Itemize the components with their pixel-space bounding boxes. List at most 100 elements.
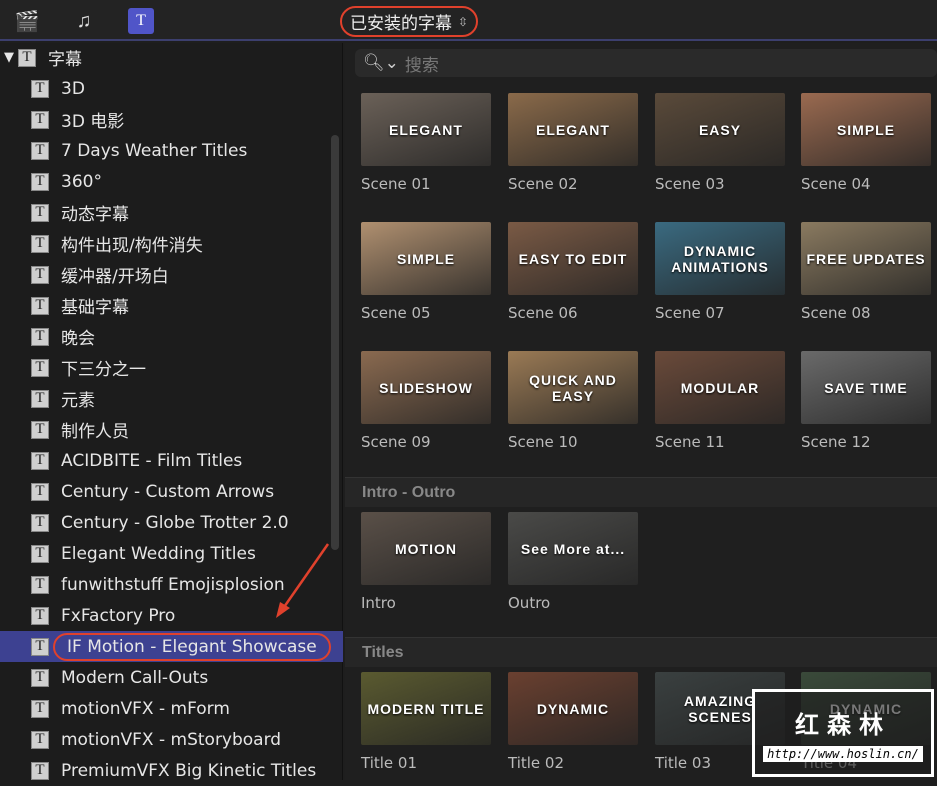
sidebar-item-label: motionVFX - mForm — [61, 698, 230, 719]
thumbnail-image: SIMPLE — [361, 222, 491, 295]
chevron-updown-icon: ⇳ — [458, 14, 469, 29]
section-header: Intro - Outro — [345, 477, 937, 507]
photo-music-icon[interactable]: ♫ — [71, 8, 97, 34]
sidebar-item-label: 缓冲器/开场白 — [61, 267, 169, 287]
sidebar-item[interactable]: TmotionVFX - mForm — [0, 693, 330, 724]
toolbar: 🎬 ♫ T 已安装的字幕 ⇳ — [0, 0, 937, 41]
title-thumbnail[interactable]: EASY Scene 03 — [655, 93, 785, 193]
thumbnail-label: Title 01 — [361, 754, 418, 772]
search-icon: 🔍︎⌄ — [363, 53, 399, 72]
title-icon: T — [31, 79, 49, 98]
thumbnail-label: Scene 06 — [508, 304, 578, 322]
thumbnail-image: DYNAMIC — [508, 672, 638, 745]
title-thumbnail[interactable]: SAVE TIME Scene 12 — [801, 351, 931, 451]
annotation-arrow-icon — [276, 543, 330, 618]
thumbnail-label: Scene 11 — [655, 433, 725, 451]
sidebar-item[interactable]: T 基础字幕 — [0, 290, 330, 321]
sidebar-item[interactable]: T 构件出现/构件消失 — [0, 228, 330, 259]
thumbnail-image: MODERN TITLE — [361, 672, 491, 745]
thumbnail-label: Scene 04 — [801, 175, 871, 193]
title-thumbnail[interactable]: ELEGANT Scene 01 — [361, 93, 491, 193]
watermark-name: 红森林 — [795, 710, 891, 739]
thumbnail-label: Scene 08 — [801, 304, 871, 322]
sidebar-item[interactable]: T PremiumVFX Big Kinetic Titles — [0, 755, 330, 786]
title-icon: T — [31, 761, 49, 780]
sidebar-item[interactable]: T 3D — [0, 73, 330, 104]
title-thumbnail[interactable]: MOTION Intro — [361, 512, 491, 612]
search-input[interactable]: 🔍︎⌄ 搜索 — [355, 49, 937, 77]
title-icon: T — [31, 420, 49, 439]
sidebar-item-label: PremiumVFX Big Kinetic Titles — [61, 760, 317, 781]
sidebar-item[interactable]: T IF Motion - Elegant Showcase — [0, 631, 343, 662]
sidebar-item-label: 基础字幕 — [61, 298, 129, 318]
title-icon: T — [31, 482, 49, 501]
title-icon: T — [31, 172, 49, 191]
title-thumbnail[interactable]: MODULAR Scene 11 — [655, 351, 785, 451]
thumbnail-image: See More at... — [508, 512, 638, 585]
clapper-star-icon[interactable]: 🎬 — [14, 8, 40, 34]
title-icon: T — [31, 513, 49, 532]
title-icon: T — [31, 327, 49, 346]
title-icon: T — [31, 203, 49, 222]
dropdown-label: 已安装的字幕 — [350, 14, 452, 34]
title-thumbnail[interactable]: DYNAMIC ANIMATIONS Scene 07 — [655, 222, 785, 322]
title-thumbnail[interactable]: FREE UPDATES Scene 08 — [801, 222, 931, 322]
sidebar-item[interactable]: T 360° — [0, 166, 330, 197]
sidebar-item[interactable]: T Century - Globe Trotter 2.0 — [0, 507, 330, 538]
thumbnail-image: SAVE TIME — [801, 351, 931, 424]
title-icon: T — [31, 668, 49, 687]
sidebar-item[interactable]: T Century - Custom Arrows — [0, 476, 330, 507]
sidebar-item[interactable]: T ACIDBITE - Film Titles — [0, 445, 330, 476]
thumbnail-image: EASY TO EDIT — [508, 222, 638, 295]
title-thumbnail[interactable]: SIMPLE Scene 05 — [361, 222, 491, 322]
title-icon: T — [31, 141, 49, 160]
sidebar-item[interactable]: T 晚会 — [0, 321, 330, 352]
sidebar-item-label: Century - Custom Arrows — [61, 481, 275, 502]
title-icon: T — [31, 389, 49, 408]
title-thumbnail[interactable]: DYNAMIC Title 02 — [508, 672, 638, 772]
title-icon: T — [31, 637, 49, 656]
sidebar-item[interactable]: T 动态字幕 — [0, 197, 330, 228]
sidebar-scrollbar[interactable] — [331, 135, 339, 550]
thumbnail-image: DYNAMIC ANIMATIONS — [655, 222, 785, 295]
title-icon: T — [18, 48, 36, 67]
watermark: 红森林 http://www.hoslin.cn/ — [752, 689, 934, 777]
thumbnail-label: Scene 02 — [508, 175, 578, 193]
library-dropdown[interactable]: 已安装的字幕 ⇳ — [340, 6, 479, 37]
sidebar-item-label: ACIDBITE - Film Titles — [61, 450, 243, 471]
sidebar-item-label: Modern Call-Outs — [61, 667, 209, 688]
sidebar-item-label: motionVFX - mStoryboard — [61, 729, 282, 750]
sidebar-item[interactable]: T 元素 — [0, 383, 330, 414]
sidebar-item[interactable]: T 缓冲器/开场白 — [0, 259, 330, 290]
title-thumbnail[interactable]: MODERN TITLE Title 01 — [361, 672, 491, 772]
sidebar-item-label: 字幕 — [48, 50, 82, 70]
sidebar-item-label: funwithstuff Emojisplosion — [61, 574, 285, 595]
title-icon: T — [31, 730, 49, 749]
watermark-url: http://www.hoslin.cn/ — [763, 745, 923, 762]
title-thumbnail[interactable]: See More at... Outro — [508, 512, 638, 612]
sidebar-item[interactable]: T 3D 电影 — [0, 104, 330, 135]
title-thumbnail[interactable]: SIMPLE Scene 04 — [801, 93, 931, 193]
title-thumbnail[interactable]: ELEGANT Scene 02 — [508, 93, 638, 193]
title-icon: T — [31, 358, 49, 377]
title-icon: T — [31, 234, 49, 253]
title-icon: T — [31, 110, 49, 129]
title-icon: T — [31, 265, 49, 284]
thumbnail-label: Outro — [508, 594, 551, 612]
title-thumbnail[interactable]: EASY TO EDIT Scene 06 — [508, 222, 638, 322]
sidebar-item[interactable]: T 下三分之一 — [0, 352, 330, 383]
thumbnail-image: QUICK AND EASY — [508, 351, 638, 424]
sidebar-item[interactable]: TmotionVFX - mStoryboard — [0, 724, 330, 755]
sidebar-item[interactable]: T Modern Call-Outs — [0, 662, 330, 693]
sidebar-root-titles[interactable]: ▼ T 字幕 — [4, 42, 334, 73]
sidebar-item-label: 7 Days Weather Titles — [61, 140, 248, 161]
thumbnail-label: Scene 09 — [361, 433, 431, 451]
title-thumbnail[interactable]: SLIDESHOW Scene 09 — [361, 351, 491, 451]
sidebar-item[interactable]: T 7 Days Weather Titles — [0, 135, 330, 166]
disclosure-triangle-icon[interactable]: ▼ — [4, 50, 14, 65]
title-thumbnail[interactable]: QUICK AND EASY Scene 10 — [508, 351, 638, 451]
sidebar-item[interactable]: T 制作人员 — [0, 414, 330, 445]
title-icon: T — [31, 575, 49, 594]
thumbnail-label: Intro — [361, 594, 396, 612]
titles-icon[interactable]: T — [128, 8, 154, 34]
